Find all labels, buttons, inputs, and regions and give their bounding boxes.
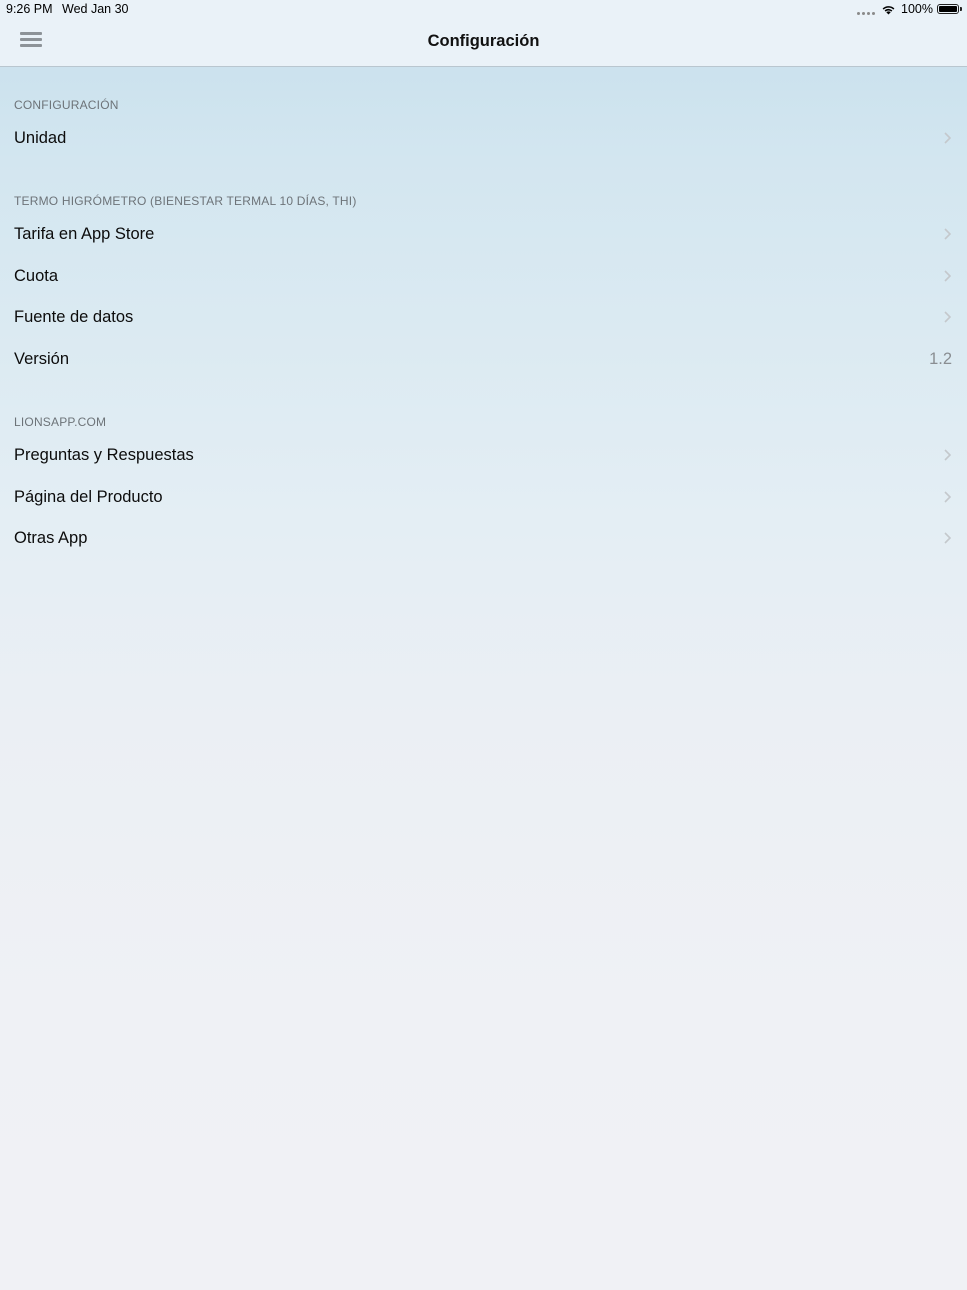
cellular-signal-icon <box>857 3 876 15</box>
settings-row-pagina-producto[interactable]: Página del Producto <box>0 477 967 519</box>
status-bar: 9:26 PM Wed Jan 30 100% <box>0 0 967 20</box>
chevron-right-icon <box>944 270 951 282</box>
settings-row-preguntas[interactable]: Preguntas y Respuestas <box>0 435 967 477</box>
section-header-lionsapp: LIONSAPP.COM <box>14 415 107 429</box>
row-label: Unidad <box>14 129 67 147</box>
row-label: Fuente de datos <box>14 308 134 326</box>
row-label: Otras App <box>14 529 88 547</box>
row-label: Página del Producto <box>14 488 163 506</box>
section-header-termo-higrometro: TERMO HIGRÓMETRO (BIENESTAR TERMAL 10 DÍ… <box>14 194 357 208</box>
status-indicators: 100% <box>857 2 962 16</box>
chevron-right-icon <box>944 311 951 323</box>
wifi-icon <box>882 5 895 14</box>
battery-fill <box>939 6 957 12</box>
chevron-right-icon <box>944 228 951 240</box>
chevron-right-icon <box>944 449 951 461</box>
row-label: Preguntas y Respuestas <box>14 446 194 464</box>
chevron-right-icon <box>944 132 951 144</box>
chevron-right-icon <box>944 532 951 544</box>
page-title: Configuración <box>427 32 540 50</box>
settings-row-otras-app[interactable]: Otras App <box>0 518 967 560</box>
battery-icon <box>937 4 962 14</box>
settings-row-version: Versión 1.2 <box>0 339 967 381</box>
settings-row-fuente-de-datos[interactable]: Fuente de datos <box>0 297 967 339</box>
status-date: Wed Jan 30 <box>62 2 129 16</box>
section-header-configuracion: CONFIGURACIÓN <box>14 98 119 112</box>
settings-row-unidad[interactable]: Unidad <box>0 118 967 160</box>
settings-row-tarifa[interactable]: Tarifa en App Store <box>0 214 967 256</box>
chevron-right-icon <box>944 491 951 503</box>
status-time: 9:26 PM <box>6 2 53 16</box>
battery-percentage: 100% <box>901 2 933 16</box>
row-label: Versión <box>14 350 70 368</box>
row-label: Cuota <box>14 267 59 285</box>
settings-row-cuota[interactable]: Cuota <box>0 256 967 298</box>
version-value: 1.2 <box>929 350 952 368</box>
row-label: Tarifa en App Store <box>14 225 155 243</box>
